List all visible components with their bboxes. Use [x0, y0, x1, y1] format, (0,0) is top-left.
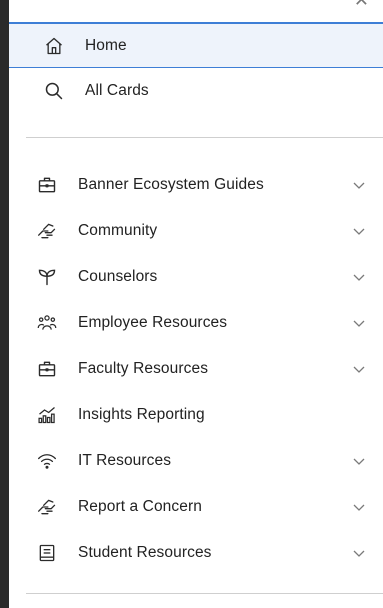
window-frame-left: [0, 0, 9, 608]
handshake-icon: [36, 220, 58, 242]
menu-item-label: Faculty Resources: [78, 360, 209, 377]
menu-item-label: Insights Reporting: [78, 406, 205, 423]
chevron-down-icon[interactable]: [351, 315, 367, 331]
chevron-down-icon[interactable]: [351, 269, 367, 285]
document-icon: [36, 542, 58, 564]
menu-item-report-a-concern[interactable]: Report a Concern: [9, 484, 383, 530]
menu-item-faculty-resources[interactable]: Faculty Resources: [9, 346, 383, 392]
menu-item-label: Banner Ecosystem Guides: [78, 176, 264, 193]
menu-item-employee-resources[interactable]: Employee Resources: [9, 300, 383, 346]
menu-item-counselors[interactable]: Counselors: [9, 254, 383, 300]
menu-item-label: Counselors: [78, 268, 158, 285]
menu-item-label: Employee Resources: [78, 314, 228, 331]
handshake-icon: [36, 496, 58, 518]
divider: [26, 137, 383, 138]
sprout-icon: [36, 266, 58, 288]
divider: [26, 593, 383, 594]
menu-item-label: IT Resources: [78, 452, 172, 469]
chevron-down-icon[interactable]: [351, 499, 367, 515]
menu-item-insights-reporting[interactable]: Insights Reporting: [9, 392, 383, 438]
panel-top-strip: ✕: [9, 0, 383, 22]
menu-item-student-resources[interactable]: Student Resources: [9, 530, 383, 576]
briefcase-icon: [36, 174, 58, 196]
menu-item-banner-ecosystem-guides[interactable]: Banner Ecosystem Guides: [9, 162, 383, 208]
briefcase-icon: [36, 358, 58, 380]
chevron-down-icon[interactable]: [351, 361, 367, 377]
close-icon[interactable]: ✕: [354, 0, 369, 11]
menu-item-it-resources[interactable]: IT Resources: [9, 438, 383, 484]
search-icon: [43, 80, 65, 102]
navigation-panel: Home All Cards Banner Ecosystem Guides C…: [9, 22, 383, 608]
nav-all-cards-label: All Cards: [85, 82, 149, 99]
nav-home-label: Home: [85, 36, 127, 54]
chevron-down-icon[interactable]: [351, 177, 367, 193]
menu-item-label: Community: [78, 222, 158, 239]
chevron-down-icon[interactable]: [351, 223, 367, 239]
menu-item-community[interactable]: Community: [9, 208, 383, 254]
wifi-icon: [36, 450, 58, 472]
home-icon: [43, 35, 65, 57]
menu-item-label: Student Resources: [78, 544, 212, 561]
analytics-icon: [36, 404, 58, 426]
chevron-down-icon[interactable]: [351, 545, 367, 561]
people-icon: [36, 312, 58, 334]
nav-home[interactable]: Home: [9, 22, 383, 68]
chevron-down-icon[interactable]: [351, 453, 367, 469]
nav-all-cards[interactable]: All Cards: [9, 68, 383, 114]
menu-item-label: Report a Concern: [78, 498, 202, 515]
